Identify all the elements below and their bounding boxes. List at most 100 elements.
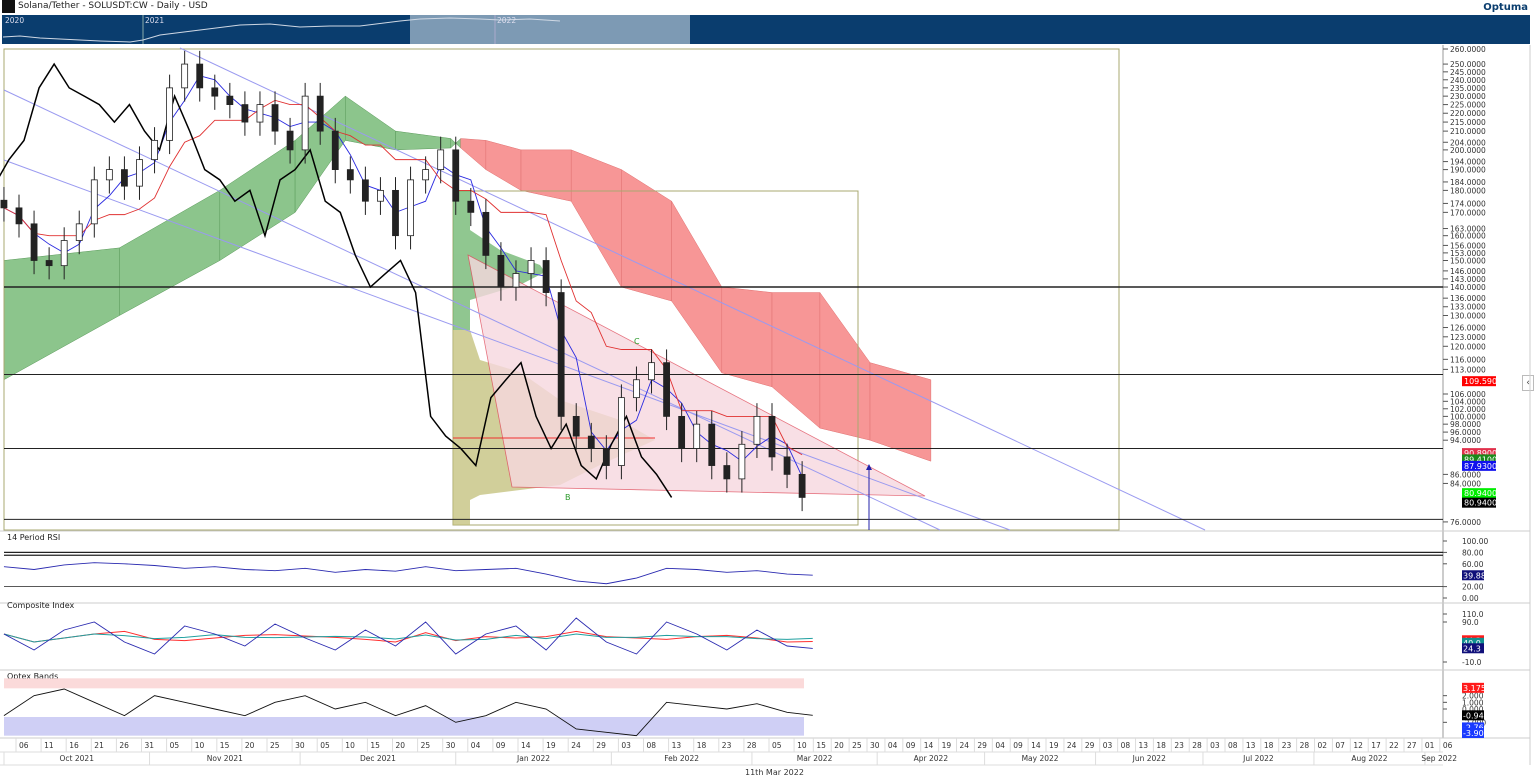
date-label: 24: [960, 741, 970, 750]
date-label: 06: [1443, 741, 1453, 750]
date-label: 30: [446, 741, 456, 750]
candle-body: [572, 415, 580, 437]
price-label: 260.0000: [1450, 45, 1486, 54]
price-label: 215.0000: [1450, 118, 1486, 127]
candle-body: [211, 87, 219, 97]
indicator-axis-label: 80.00: [1462, 548, 1484, 557]
candle-body: [482, 211, 490, 256]
wave-label-c: C: [634, 337, 640, 346]
date-label: 22: [1389, 741, 1399, 750]
date-label: 11: [44, 741, 54, 750]
date-label: 06: [19, 741, 29, 750]
date-label: 20: [396, 741, 406, 750]
date-label: 28: [1300, 741, 1310, 750]
candle-body: [361, 179, 369, 202]
candle-body: [422, 169, 430, 181]
navigator-selection[interactable]: [410, 15, 690, 44]
date-label: 08: [1228, 741, 1238, 750]
candle-body: [166, 87, 174, 141]
date-label: 10: [345, 741, 355, 750]
month-label: Jan 2022: [516, 754, 550, 763]
indicator-line: [3, 562, 813, 585]
candle-body: [0, 199, 8, 209]
date-label: 29: [1085, 741, 1095, 750]
candle-body: [783, 456, 791, 475]
indicator-axis-label: -10.0: [1462, 658, 1482, 667]
date-label: 08: [1121, 741, 1131, 750]
optex-lower-band: [4, 717, 804, 736]
month-label: Oct 2021: [60, 754, 95, 763]
candle-body: [663, 362, 670, 417]
cloud-bearish: [570, 149, 622, 288]
candle-body: [90, 179, 98, 225]
candle-body: [60, 240, 68, 267]
candle-body: [798, 473, 806, 498]
date-label: 15: [220, 741, 230, 750]
cloud-bearish: [771, 292, 821, 429]
candle-body: [527, 260, 535, 274]
candle-body: [316, 95, 324, 132]
price-label: 210.0000: [1450, 127, 1486, 136]
indicator-axis-label: 100.00: [1462, 537, 1488, 546]
candle-body: [452, 149, 460, 202]
date-label: 03: [621, 741, 631, 750]
date-label: 02: [1318, 741, 1328, 750]
month-label: May 2022: [1022, 754, 1059, 763]
month-label: Dec 2021: [360, 754, 396, 763]
candle-body: [30, 223, 38, 261]
price-label: 126.0000: [1450, 324, 1486, 333]
date-label: 04: [471, 741, 481, 750]
cloud-bullish: [219, 139, 296, 261]
month-label: Nov 2021: [207, 754, 243, 763]
indicator-panel: Composite Index110.090.0-10.044.340.024.…: [3, 601, 1484, 667]
price-label: 200.0000: [1450, 146, 1486, 155]
candle-body: [753, 415, 761, 445]
date-label: 10: [195, 741, 205, 750]
price-tag-label: 87.9300: [1464, 462, 1497, 471]
date-label: 31: [145, 741, 155, 750]
indicator-tag-label: 24.3: [1463, 644, 1481, 653]
date-label: 16: [69, 741, 79, 750]
price-label: 130.0000: [1450, 312, 1486, 321]
wave-label-b: B: [565, 493, 571, 502]
price-axis[interactable]: 260.0000250.0000245.0000240.0000235.0000…: [1443, 45, 1502, 527]
date-label: 28: [1192, 741, 1202, 750]
indicator-tag-label: 39.88: [1463, 571, 1486, 580]
price-chart[interactable]: 2020 2021 2022 B C 260.0000250.0000245.0…: [0, 0, 1536, 783]
price-label: 94.0000: [1450, 436, 1481, 445]
price-label: 150.0000: [1450, 256, 1486, 265]
price-label: 84.0000: [1450, 479, 1481, 488]
candle-body: [301, 95, 309, 151]
date-label: 17: [1371, 741, 1381, 750]
date-label: 15: [816, 741, 826, 750]
navigator[interactable]: 2020 2021 2022: [2, 15, 1530, 44]
candle-body: [196, 63, 204, 89]
panel-title: Composite Index: [7, 601, 75, 610]
price-label: 174.0000: [1450, 199, 1486, 208]
candle-body: [407, 179, 414, 237]
indicator-panel: 14 Period RSI 100.00 80.00 60.00 20.00 0.00 39…: [3, 533, 1488, 603]
price-label: 86.0000: [1450, 470, 1481, 479]
date-label: 29: [596, 741, 606, 750]
price-label: 76.0000: [1450, 518, 1481, 527]
date-label: 13: [1246, 741, 1256, 750]
price-label: 123.0000: [1450, 333, 1486, 342]
date-label: 12: [1353, 741, 1363, 750]
candle-body: [693, 423, 701, 449]
date-label: 14: [1031, 741, 1041, 750]
date-label: 23: [1174, 741, 1184, 750]
candle-body: [678, 415, 686, 449]
date-label: 27: [1407, 741, 1417, 750]
date-label: 19: [546, 741, 556, 750]
date-label: 23: [722, 741, 732, 750]
candle-body: [633, 379, 640, 399]
month-label: Jun 2022: [1132, 754, 1166, 763]
date-label: 19: [1049, 741, 1059, 750]
month-label: Feb 2022: [664, 754, 699, 763]
date-label: 04: [995, 741, 1005, 750]
date-label: 04: [888, 741, 898, 750]
candle-body: [331, 130, 339, 171]
date-label: 18: [697, 741, 707, 750]
candle-body: [467, 200, 475, 213]
price-label: 116.0000: [1450, 355, 1486, 364]
